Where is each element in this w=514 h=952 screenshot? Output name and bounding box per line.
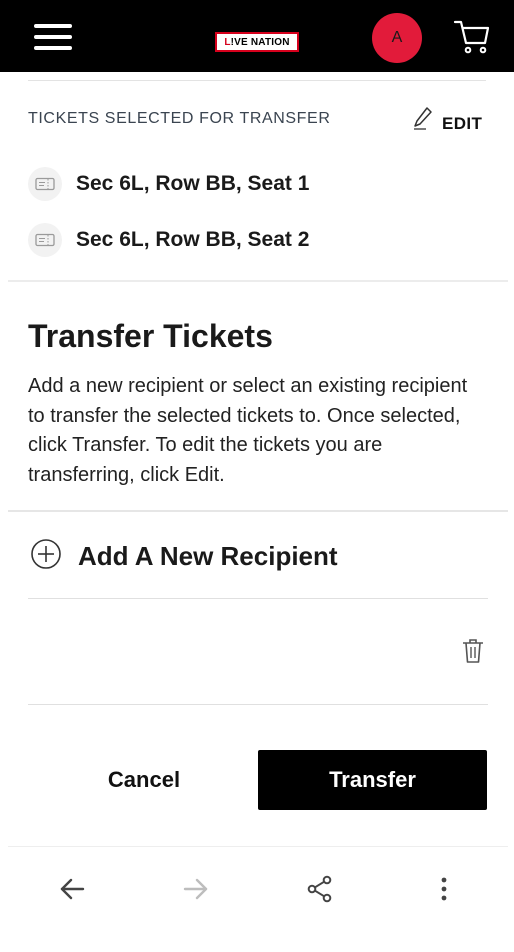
divider	[28, 704, 488, 705]
ticket-label: Sec 6L, Row BB, Seat 2	[76, 228, 310, 251]
add-recipient-label: Add A New Recipient	[78, 541, 338, 571]
cancel-button[interactable]: Cancel	[46, 750, 242, 810]
pencil-icon	[412, 106, 434, 135]
share-icon[interactable]	[300, 869, 340, 909]
trash-icon[interactable]	[461, 638, 485, 669]
divider	[28, 80, 486, 81]
ticket-icon	[28, 167, 62, 201]
page-title: Transfer Tickets	[28, 318, 273, 354]
edit-label: EDIT	[442, 113, 483, 133]
forward-arrow-icon[interactable]	[176, 869, 216, 909]
cart-icon[interactable]	[452, 16, 492, 56]
selected-tickets-heading: TICKETS SELECTED FOR TRANSFER	[28, 110, 331, 127]
hamburger-icon[interactable]	[34, 24, 72, 50]
transfer-description: Add a new recipient or select an existin…	[28, 375, 468, 486]
ticket-item: Sec 6L, Row BB, Seat 1	[28, 167, 309, 201]
edit-button[interactable]: EDIT	[412, 106, 482, 135]
live-nation-logo[interactable]: L !VE NATION	[215, 32, 299, 52]
add-new-recipient-button[interactable]: Add A New Recipient	[30, 538, 338, 575]
ticket-icon	[28, 223, 62, 257]
plus-circle-icon	[30, 538, 62, 575]
ticket-label: Sec 6L, Row BB, Seat 1	[76, 172, 310, 195]
ticket-item: Sec 6L, Row BB, Seat 2	[28, 223, 309, 257]
more-vertical-icon[interactable]	[424, 869, 464, 909]
divider	[28, 598, 488, 599]
recipient-card: Add A New Recipient	[8, 510, 508, 718]
transfer-button[interactable]: Transfer	[258, 750, 487, 810]
back-arrow-icon[interactable]	[52, 869, 92, 909]
top-bar: L !VE NATION A	[0, 0, 514, 72]
browser-toolbar	[8, 846, 508, 926]
section-divider	[8, 280, 508, 282]
user-avatar[interactable]: A	[372, 13, 422, 63]
